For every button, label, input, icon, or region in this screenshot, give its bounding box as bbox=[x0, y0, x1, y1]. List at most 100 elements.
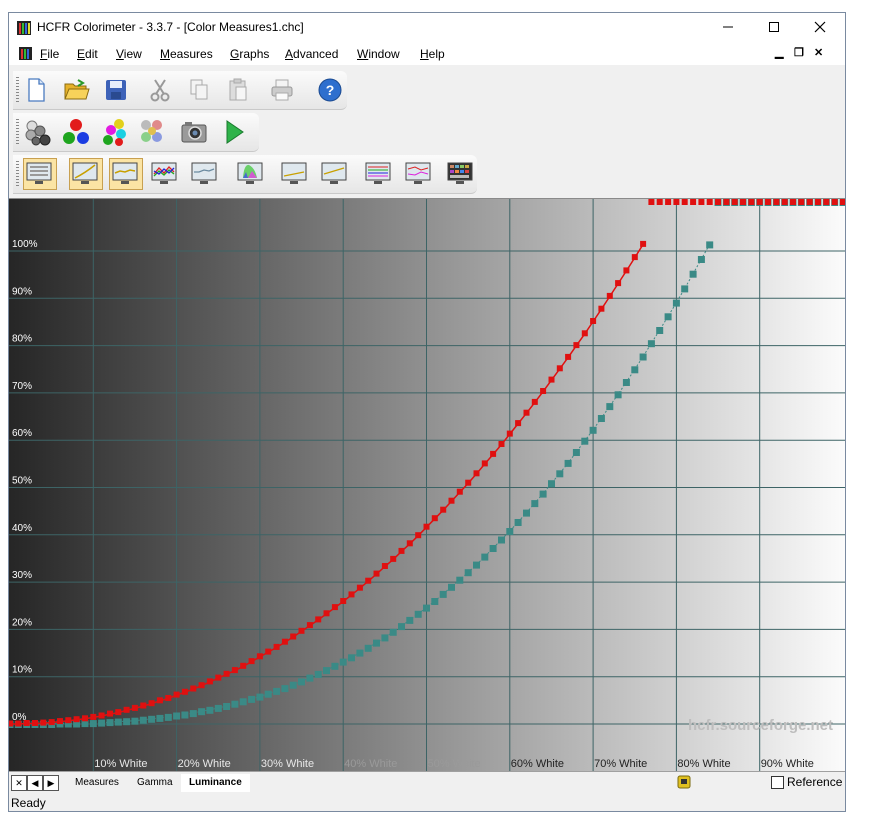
continuous-measure-button[interactable] bbox=[219, 117, 249, 147]
reference-point bbox=[348, 654, 355, 662]
print-button[interactable] bbox=[267, 75, 297, 105]
menu-help[interactable]: Help bbox=[420, 47, 445, 61]
menu-graphs[interactable]: Graphs bbox=[230, 47, 269, 61]
measure-grayscale-button[interactable] bbox=[23, 117, 53, 147]
mdi-close-icon[interactable]: ✕ bbox=[814, 46, 823, 59]
menu-window[interactable]: Window bbox=[357, 47, 400, 61]
new-button[interactable] bbox=[21, 75, 51, 105]
x-tick-label: 80% White bbox=[677, 758, 730, 770]
reference-point bbox=[647, 340, 655, 348]
measured-point bbox=[715, 199, 721, 205]
measure-saturations-button[interactable] bbox=[137, 117, 167, 147]
measures-view-button[interactable] bbox=[23, 158, 57, 190]
toolbar-grip[interactable] bbox=[16, 77, 19, 103]
reference-point bbox=[448, 583, 455, 591]
tab-next-icon[interactable]: ▶ bbox=[43, 775, 59, 791]
cut-button[interactable] bbox=[145, 75, 175, 105]
minimize-button[interactable] bbox=[705, 13, 751, 43]
x-tick-label: 90% White bbox=[761, 758, 814, 770]
measured-point bbox=[231, 667, 238, 674]
luminance-view-button[interactable] bbox=[109, 158, 143, 190]
measure-primaries-button[interactable] bbox=[61, 117, 91, 147]
reference-point bbox=[697, 256, 705, 263]
menu-advanced[interactable]: Advanced bbox=[285, 47, 338, 61]
maximize-icon bbox=[769, 22, 779, 32]
mdi-minimize-icon[interactable]: ▁ bbox=[775, 46, 783, 59]
tab-prev-icon[interactable]: ◀ bbox=[27, 775, 43, 791]
tab-luminance[interactable]: Luminance bbox=[181, 774, 250, 792]
reference-point bbox=[181, 711, 189, 719]
reference-point bbox=[323, 667, 330, 675]
measured-point bbox=[798, 199, 805, 205]
measured-point bbox=[398, 547, 405, 554]
near-black-view-button[interactable] bbox=[279, 159, 309, 189]
reference-point bbox=[631, 366, 639, 374]
reference-point bbox=[431, 598, 439, 605]
saturation-luma-view-icon bbox=[365, 162, 391, 184]
watermark: hcfr.sourceforge.net bbox=[688, 717, 833, 734]
tab-close-icon[interactable]: ✕ bbox=[11, 775, 27, 791]
measured-point bbox=[140, 702, 147, 709]
toolbar-grip[interactable] bbox=[16, 119, 19, 145]
measured-point bbox=[190, 685, 197, 692]
reference-point bbox=[331, 662, 339, 670]
saturation-shift-view-button[interactable] bbox=[403, 159, 433, 189]
saturation-luma-view-button[interactable] bbox=[363, 159, 393, 189]
measured-point bbox=[173, 691, 180, 698]
menu-measures[interactable]: Measures bbox=[160, 47, 213, 61]
measured-point bbox=[248, 658, 255, 665]
save-button[interactable] bbox=[101, 75, 131, 105]
maximize-button[interactable] bbox=[751, 13, 797, 43]
reference-point bbox=[572, 449, 580, 456]
help-button[interactable]: ? bbox=[315, 75, 345, 105]
rgb-levels-view-button[interactable] bbox=[149, 159, 179, 189]
reference-point bbox=[281, 685, 289, 693]
cut-icon bbox=[150, 79, 170, 102]
luminance-graph[interactable]: 10% White 20% White 30% White 40% White 50% … bbox=[9, 198, 845, 771]
measured-point bbox=[590, 318, 597, 324]
gamma-view-button[interactable] bbox=[69, 158, 103, 190]
reference-point bbox=[523, 509, 530, 517]
reference-point bbox=[198, 708, 206, 716]
reference-point bbox=[614, 391, 622, 399]
reference-point bbox=[289, 681, 297, 689]
reference-point bbox=[622, 379, 630, 386]
single-measure-button[interactable] bbox=[179, 117, 209, 147]
measured-point bbox=[556, 365, 563, 372]
reference-point bbox=[339, 658, 347, 666]
toolbar-grip[interactable] bbox=[16, 161, 19, 187]
reference-checkbox[interactable] bbox=[771, 776, 784, 789]
mdi-restore-icon[interactable]: ❐ bbox=[794, 46, 804, 59]
play-icon bbox=[226, 120, 244, 144]
measured-point bbox=[431, 515, 438, 522]
color-temp-view-button[interactable] bbox=[189, 159, 219, 189]
measure-secondaries-button[interactable] bbox=[99, 117, 129, 147]
menu-view[interactable]: View bbox=[116, 47, 142, 61]
measured-point bbox=[423, 523, 430, 530]
y-tick-label: 60% bbox=[12, 428, 32, 439]
menu-edit[interactable]: Edit bbox=[77, 47, 98, 61]
paste-button[interactable] bbox=[223, 75, 253, 105]
tab-gamma[interactable]: Gamma bbox=[129, 774, 181, 792]
colorchecker-view-button[interactable] bbox=[445, 159, 475, 189]
close-button[interactable] bbox=[797, 13, 843, 43]
measured-point bbox=[281, 638, 288, 645]
document-icon[interactable] bbox=[19, 47, 32, 60]
copy-button[interactable] bbox=[184, 75, 214, 105]
menu-file[interactable]: File bbox=[40, 47, 59, 61]
measured-point bbox=[481, 460, 488, 467]
open-button[interactable] bbox=[61, 75, 91, 105]
measured-point bbox=[390, 555, 397, 562]
tab-measures[interactable]: Measures bbox=[67, 774, 127, 792]
measured-point bbox=[531, 398, 538, 405]
measured-point bbox=[240, 662, 247, 669]
measured-point bbox=[815, 199, 821, 205]
measured-point bbox=[731, 199, 738, 205]
secondary-colors-icon bbox=[103, 119, 126, 146]
measured-point bbox=[581, 330, 588, 337]
svg-text:?: ? bbox=[326, 82, 335, 98]
cie-chart-view-button[interactable] bbox=[235, 159, 265, 189]
near-white-view-button[interactable] bbox=[319, 159, 349, 189]
reference-point bbox=[231, 700, 239, 708]
measured-point bbox=[706, 199, 713, 205]
